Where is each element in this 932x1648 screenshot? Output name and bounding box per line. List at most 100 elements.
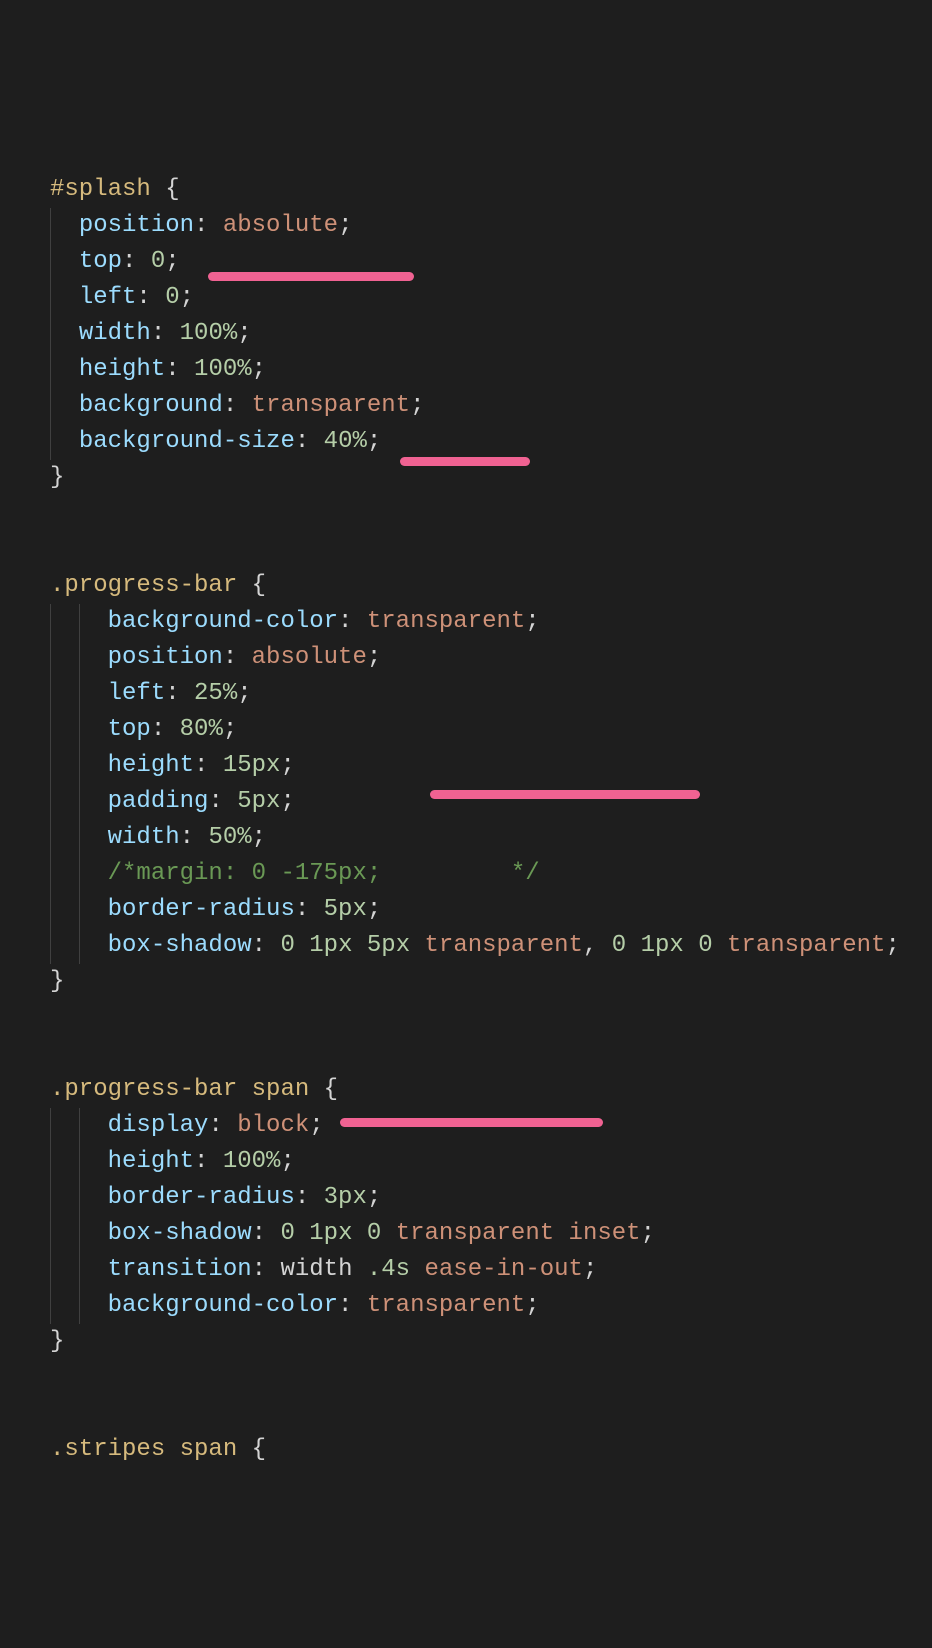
brace-open: { [151, 176, 180, 203]
css-property: left [79, 284, 137, 311]
css-property: height [79, 356, 165, 383]
css-value [381, 1220, 395, 1247]
css-value: 15px [223, 752, 281, 779]
code-line[interactable]: box-shadow: 0 1px 0 transparent inset; [50, 1216, 932, 1252]
code-line[interactable] [50, 532, 932, 568]
semicolon: ; [338, 212, 352, 239]
colon: : [151, 716, 180, 743]
code-line[interactable]: border-radius: 3px; [50, 1180, 932, 1216]
code-line[interactable]: top: 0; [50, 244, 932, 280]
code-line[interactable]: left: 25%; [50, 676, 932, 712]
code-line[interactable]: box-shadow: 0 1px 5px transparent, 0 1px… [50, 928, 932, 964]
code-line[interactable]: background-size: 40%; [50, 424, 932, 460]
css-property: left [108, 680, 166, 707]
semicolon: ; [885, 932, 899, 959]
css-value: , [583, 932, 597, 959]
colon: : [180, 824, 209, 851]
code-line[interactable]: border-radius: 5px; [50, 892, 932, 928]
colon: : [122, 248, 151, 275]
selector-token [165, 1436, 179, 1463]
colon: : [295, 1184, 324, 1211]
css-value: transparent [252, 392, 410, 419]
code-line[interactable]: width: 50%; [50, 820, 932, 856]
colon: : [208, 1112, 237, 1139]
colon: : [295, 896, 324, 923]
code-line[interactable]: left: 0; [50, 280, 932, 316]
code-line[interactable]: background-color: transparent; [50, 604, 932, 640]
css-value: transparent [396, 1220, 554, 1247]
semicolon: ; [180, 284, 194, 311]
code-line[interactable]: #splash { [50, 172, 932, 208]
code-line[interactable]: } [50, 1324, 932, 1360]
code-line[interactable]: position: absolute; [50, 208, 932, 244]
code-line[interactable]: display: block; [50, 1108, 932, 1144]
code-line[interactable]: background-color: transparent; [50, 1288, 932, 1324]
semicolon: ; [367, 896, 381, 923]
css-value: absolute [252, 644, 367, 671]
css-property: background [79, 392, 223, 419]
css-value: 100% [180, 320, 238, 347]
code-line[interactable]: height: 15px; [50, 748, 932, 784]
css-value: 1px [309, 932, 352, 959]
code-line[interactable]: height: 100%; [50, 352, 932, 388]
code-line[interactable]: transition: width .4s ease-in-out; [50, 1252, 932, 1288]
code-line[interactable]: height: 100%; [50, 1144, 932, 1180]
css-value: inset [569, 1220, 641, 1247]
code-line[interactable]: .progress-bar { [50, 568, 932, 604]
css-value [410, 1256, 424, 1283]
colon: : [165, 680, 194, 707]
css-value [352, 1220, 366, 1247]
colon: : [208, 788, 237, 815]
css-property: padding [108, 788, 209, 815]
code-line[interactable]: /*margin: 0 -175px; */ [50, 856, 932, 892]
code-line[interactable]: width: 100%; [50, 316, 932, 352]
code-line[interactable] [50, 1396, 932, 1432]
selector-token: .progress-bar [50, 1076, 237, 1103]
code-line[interactable] [50, 1360, 932, 1396]
semicolon: ; [583, 1256, 597, 1283]
css-property: position [108, 644, 223, 671]
colon: : [223, 644, 252, 671]
css-value: 100% [194, 356, 252, 383]
css-value [352, 932, 366, 959]
css-property: width [108, 824, 180, 851]
css-value [713, 932, 727, 959]
css-value: 100% [223, 1148, 281, 1175]
code-editor[interactable]: #splash { position: absolute; top: 0; le… [0, 172, 932, 1468]
selector-token: span [252, 1076, 310, 1103]
code-line[interactable]: } [50, 460, 932, 496]
code-line[interactable]: .stripes span { [50, 1432, 932, 1468]
css-property: background-size [79, 428, 295, 455]
code-line[interactable]: position: absolute; [50, 640, 932, 676]
css-value: transparent [367, 1292, 525, 1319]
colon: : [338, 608, 367, 635]
code-line[interactable]: } [50, 964, 932, 1000]
brace-close: } [50, 1328, 64, 1355]
brace-open: { [237, 572, 266, 599]
semicolon: ; [252, 824, 266, 851]
code-line[interactable] [50, 496, 932, 532]
code-line[interactable] [50, 1000, 932, 1036]
semicolon: ; [280, 752, 294, 779]
code-line[interactable]: padding: 5px; [50, 784, 932, 820]
css-value: 50% [208, 824, 251, 851]
selector-token: #splash [50, 176, 151, 203]
css-value: 80% [180, 716, 223, 743]
code-line[interactable]: top: 80%; [50, 712, 932, 748]
colon: : [194, 752, 223, 779]
semicolon: ; [525, 608, 539, 635]
brace-close: } [50, 464, 64, 491]
code-line[interactable] [50, 1036, 932, 1072]
css-value: 25% [194, 680, 237, 707]
code-line[interactable]: background: transparent; [50, 388, 932, 424]
css-property: border-radius [108, 1184, 295, 1211]
css-value: 1px [641, 932, 684, 959]
css-value [684, 932, 698, 959]
css-value: 1px [309, 1220, 352, 1247]
css-value: 0 [698, 932, 712, 959]
brace-close: } [50, 968, 64, 995]
css-property: background-color [108, 1292, 338, 1319]
css-property: position [79, 212, 194, 239]
code-line[interactable]: .progress-bar span { [50, 1072, 932, 1108]
semicolon: ; [252, 356, 266, 383]
